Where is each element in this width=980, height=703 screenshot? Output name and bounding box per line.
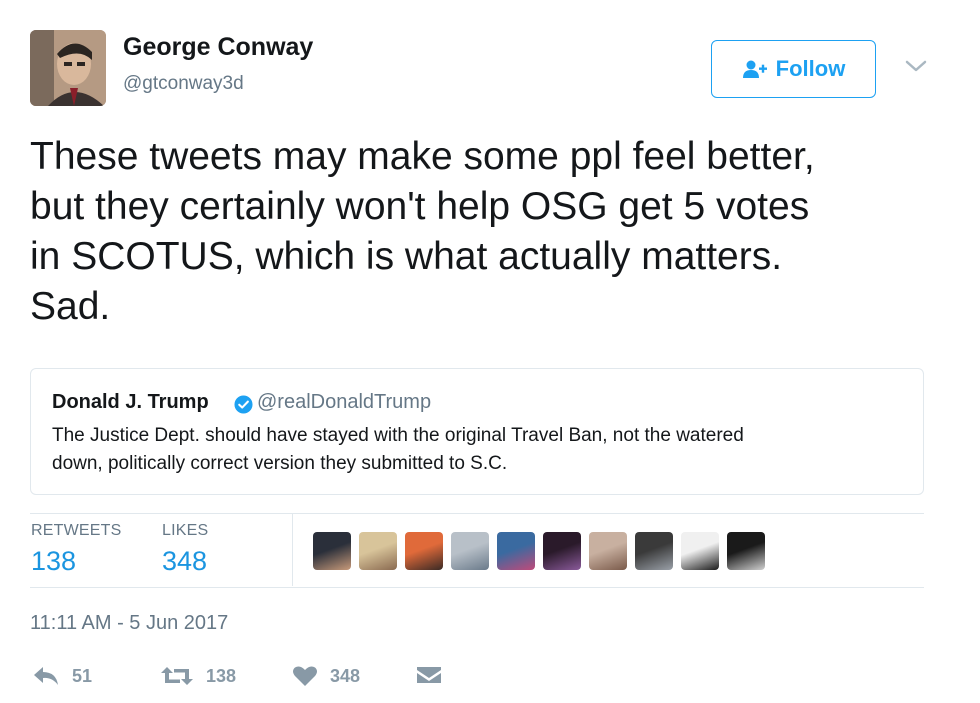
tweet-text-line: These tweets may make some ppl feel bett… [30,135,815,178]
like-button[interactable]: 348 [292,663,360,689]
reply-button[interactable]: 51 [32,663,92,689]
retweet-button[interactable]: 138 [160,663,236,689]
reply-count: 51 [72,665,93,686]
tweet-text-line: Sad. [30,285,111,328]
tweet-text: These tweets may make some ppl feel bett… [30,132,950,332]
direct-message-icon [417,667,441,683]
stats-top-divider [30,513,924,514]
heart-icon [293,666,317,686]
quoted-tweet-line: The Justice Dept. should have stayed wit… [52,425,744,446]
quoted-author-handle: @realDonaldTrump [257,391,432,413]
chevron-down-icon[interactable] [902,56,930,76]
liker-avatar-8[interactable] [635,532,673,570]
tweet-text-line: but they certainly won't help OSG get 5 … [30,185,810,228]
reply-icon [34,667,58,685]
retweet-icon [161,667,193,685]
quoted-author-name: Donald J. Trump [52,391,209,413]
author-avatar[interactable] [30,30,106,106]
retweets-count[interactable]: 138 [31,546,76,577]
author-handle[interactable]: @gtconway3d [123,73,244,95]
verified-badge-icon [234,395,253,414]
retweet-count: 138 [206,665,237,686]
liker-avatar-10[interactable] [727,532,765,570]
follow-button[interactable]: Follow [711,40,876,98]
tweet-timestamp[interactable]: 11:11 AM - 5 Jun 2017 [30,612,228,635]
quoted-tweet-line: down, politically correct version they s… [52,453,508,474]
stats-vertical-divider [292,514,293,586]
author-name[interactable]: George Conway [123,33,313,62]
direct-message-button[interactable] [416,663,454,689]
liker-avatar-2[interactable] [359,532,397,570]
follow-button-label: Follow [775,56,846,81]
likes-count[interactable]: 348 [162,546,207,577]
add-user-icon [742,60,767,78]
liker-avatar-5[interactable] [497,532,535,570]
liker-avatar-3[interactable] [405,532,443,570]
tweet-text-line: in SCOTUS, which is what actually matter… [30,235,783,278]
quoted-tweet-text: The Justice Dept. should have stayed wit… [52,422,902,478]
user-avatar-portrait [30,30,106,106]
retweets-label[interactable]: RETWEETS [31,522,122,540]
liker-avatar-1[interactable] [313,532,351,570]
like-count: 348 [330,665,361,686]
liker-avatar-6[interactable] [543,532,581,570]
quoted-tweet-card[interactable]: Donald J. Trump @realDonaldTrump The Jus… [30,368,924,495]
liker-avatar-7[interactable] [589,532,627,570]
stats-bottom-divider [30,587,924,588]
liker-avatar-4[interactable] [451,532,489,570]
liker-avatar-9[interactable] [681,532,719,570]
likes-label[interactable]: LIKES [162,522,208,540]
